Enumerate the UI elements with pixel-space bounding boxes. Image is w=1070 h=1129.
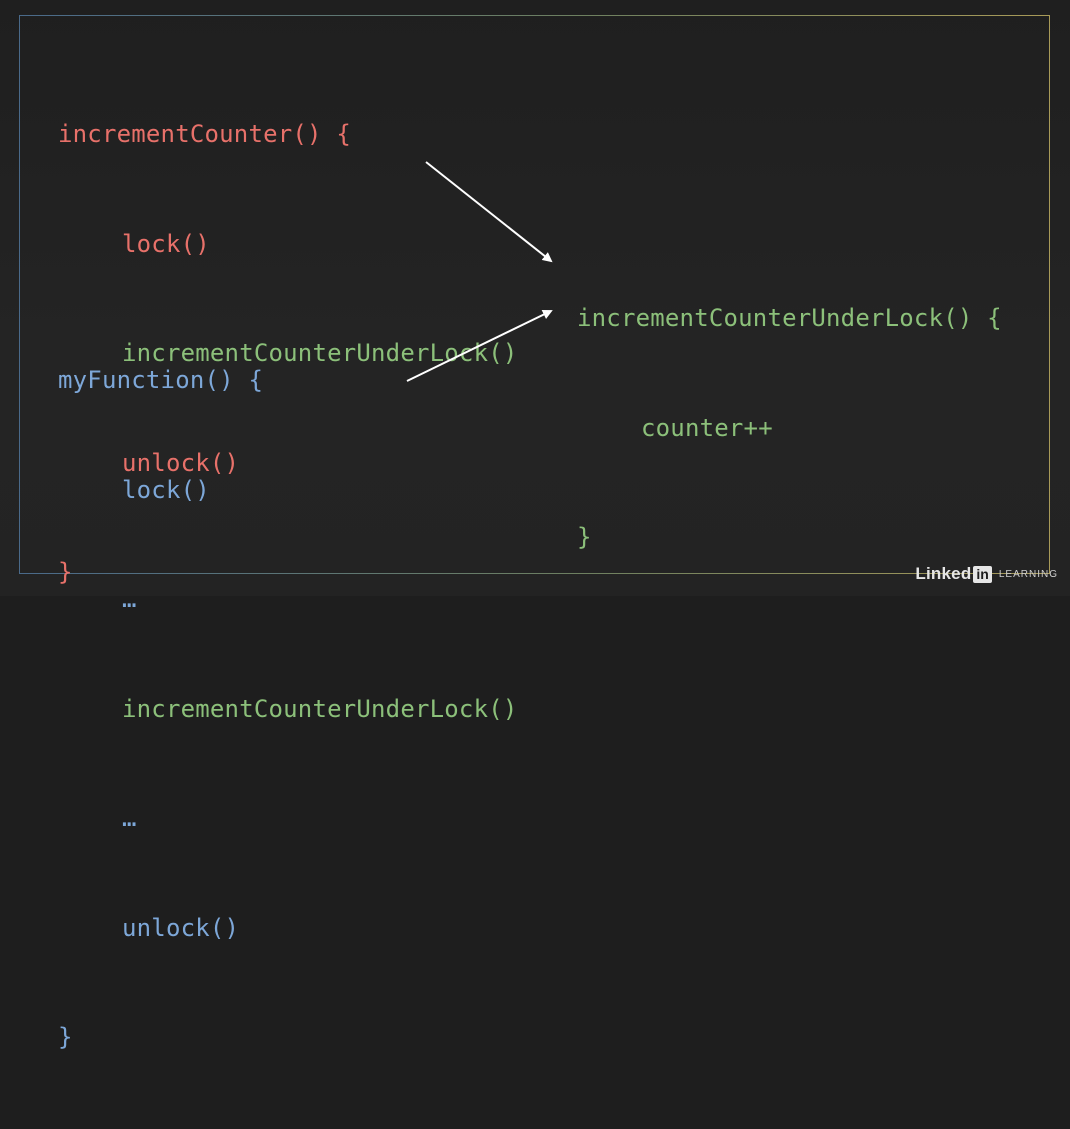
- arrows-layer: [406, 161, 553, 382]
- brand-suffix: LEARNING: [998, 568, 1058, 580]
- my-function-close: }: [58, 1023, 73, 1051]
- arrow-from-increment-counter: [425, 161, 553, 263]
- my-function-ellipsis-2: …: [122, 804, 137, 832]
- brand-name: Linked: [915, 564, 972, 583]
- my-function-call: incrementCounterUnderLock(): [122, 694, 518, 723]
- my-function-unlock: unlock(): [122, 913, 240, 942]
- arrow-from-my-function: [406, 310, 553, 382]
- slide: incrementCounter() { lock() incrementCou…: [0, 0, 1070, 1051]
- linkedin-learning-logo: Linked in LEARNING: [915, 564, 1058, 584]
- brand-in-badge: in: [973, 565, 992, 583]
